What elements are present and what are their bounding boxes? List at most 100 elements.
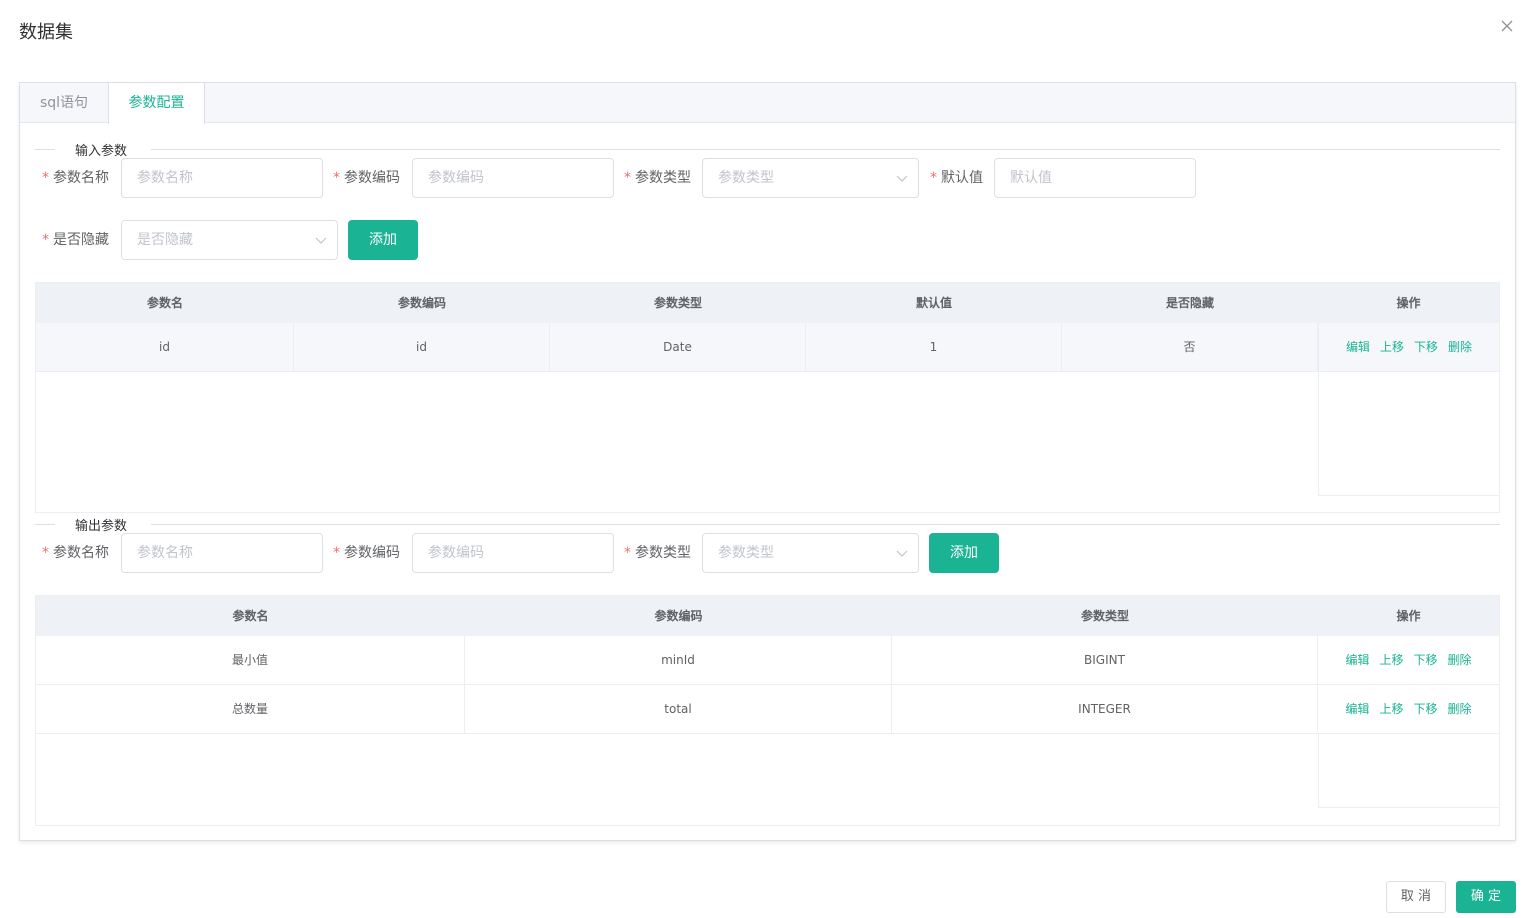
input-type-label: * 参数类型 — [624, 158, 691, 198]
cell-name: id — [36, 323, 294, 371]
output-type-placeholder: 参数类型 — [718, 545, 774, 561]
th-code: 参数编码 — [397, 296, 446, 310]
legend-line-left — [35, 524, 55, 525]
close-icon[interactable] — [1499, 18, 1515, 34]
input-code-label-text: 参数编码 — [344, 170, 400, 186]
table-header: 参数名 参数编码 参数类型 默认值 是否隐藏 操作 — [36, 283, 1499, 323]
output-add-button[interactable]: 添加 — [929, 533, 999, 573]
output-name-label-text: 参数名称 — [53, 545, 109, 561]
cell-type: BIGINT — [892, 636, 1318, 684]
required-mark: * — [624, 170, 631, 186]
input-hidden-select[interactable]: 是否隐藏 — [121, 220, 338, 260]
legend-line-left — [35, 149, 55, 150]
cell-actions: 编辑 上移 下移 删除 — [1318, 636, 1499, 684]
move-up-link[interactable]: 上移 — [1379, 653, 1403, 667]
input-hidden-placeholder: 是否隐藏 — [137, 232, 193, 248]
tab-header: sql语句 参数配置 — [20, 83, 1515, 124]
cell-code: total — [465, 685, 892, 733]
th-type: 参数类型 — [1080, 609, 1129, 623]
cancel-button[interactable]: 取 消 — [1386, 881, 1446, 913]
move-up-link[interactable]: 上移 — [1379, 702, 1403, 716]
required-mark: * — [333, 545, 340, 561]
input-name-label-text: 参数名称 — [53, 170, 109, 186]
edit-link[interactable]: 编辑 — [1345, 702, 1369, 716]
fixed-column-border — [1318, 372, 1319, 496]
move-down-link[interactable]: 下移 — [1414, 702, 1438, 716]
input-params-legend: 输入参数 — [35, 139, 1500, 159]
table-row: 总数量 total INTEGER 编辑 上移 下移 删除 — [36, 685, 1499, 734]
cell-actions: 编辑 上移 下移 删除 — [1318, 323, 1499, 371]
cell-code: minId — [465, 636, 892, 684]
cell-hidden: 否 — [1062, 323, 1318, 371]
chevron-down-icon — [315, 237, 327, 244]
cell-name: 最小值 — [36, 636, 465, 684]
cell-name: 总数量 — [36, 685, 465, 733]
output-code-label-text: 参数编码 — [344, 545, 400, 561]
cell-code: id — [294, 323, 550, 371]
cell-type: INTEGER — [892, 685, 1318, 733]
input-default-label: * 默认值 — [930, 158, 983, 198]
input-params-table: 参数名 参数编码 参数类型 默认值 是否隐藏 操作 id id Date 1 否… — [35, 282, 1500, 513]
output-params-table: 参数名 参数编码 参数类型 操作 最小值 minId BIGINT 编辑 上移 下移… — [35, 595, 1500, 826]
output-name-label: * 参数名称 — [42, 533, 109, 573]
delete-link[interactable]: 删除 — [1448, 653, 1472, 667]
move-down-link[interactable]: 下移 — [1414, 653, 1438, 667]
required-mark: * — [42, 170, 49, 186]
fixed-column-bottom — [1318, 807, 1499, 808]
th-code: 参数编码 — [654, 609, 703, 623]
th-actions: 操作 — [1396, 609, 1421, 623]
input-type-select[interactable]: 参数类型 — [702, 158, 919, 198]
legend-line-right — [151, 149, 1500, 150]
output-name-field[interactable]: 参数名称 — [121, 533, 323, 573]
output-params-legend-text: 输出参数 — [75, 519, 128, 534]
fixed-column-bottom — [1318, 495, 1499, 496]
move-down-link[interactable]: 下移 — [1414, 340, 1438, 354]
required-mark: * — [624, 545, 631, 561]
edit-link[interactable]: 编辑 — [1345, 653, 1369, 667]
edit-link[interactable]: 编辑 — [1346, 340, 1370, 354]
tab-sql[interactable]: sql语句 — [20, 83, 108, 123]
input-add-button[interactable]: 添加 — [348, 220, 418, 260]
th-hidden: 是否隐藏 — [1165, 296, 1214, 310]
output-params-legend: 输出参数 — [35, 514, 1500, 534]
cell-type: Date — [550, 323, 806, 371]
input-name-label: * 参数名称 — [42, 158, 109, 198]
th-type: 参数类型 — [653, 296, 702, 310]
tab-param-config[interactable]: 参数配置 — [108, 83, 205, 124]
input-default-label-text: 默认值 — [941, 170, 983, 186]
th-default: 默认值 — [915, 296, 952, 310]
confirm-button[interactable]: 确 定 — [1456, 881, 1516, 913]
input-hidden-label-text: 是否隐藏 — [53, 232, 109, 248]
output-type-label-text: 参数类型 — [635, 545, 691, 561]
output-type-label: * 参数类型 — [624, 533, 691, 573]
fixed-column-border — [1318, 734, 1319, 808]
move-up-link[interactable]: 上移 — [1380, 340, 1404, 354]
input-type-label-text: 参数类型 — [635, 170, 691, 186]
th-actions: 操作 — [1396, 296, 1421, 310]
chevron-down-icon — [896, 175, 908, 182]
input-default-field[interactable]: 默认值 — [994, 158, 1196, 198]
required-mark: * — [42, 545, 49, 561]
table-header: 参数名 参数编码 参数类型 操作 — [36, 596, 1499, 636]
tab-card: sql语句 参数配置 输入参数 * 参数名称 参数名称 * 参数编码 参数编码 * 参… — [19, 82, 1516, 841]
input-name-field[interactable]: 参数名称 — [121, 158, 323, 198]
required-mark: * — [42, 232, 49, 248]
delete-link[interactable]: 删除 — [1448, 702, 1472, 716]
output-type-select[interactable]: 参数类型 — [702, 533, 919, 573]
th-name: 参数名 — [146, 296, 183, 310]
input-code-field[interactable]: 参数编码 — [412, 158, 614, 198]
input-params-legend-text: 输入参数 — [75, 144, 128, 159]
required-mark: * — [333, 170, 340, 186]
input-code-label: * 参数编码 — [333, 158, 400, 198]
table-row: 最小值 minId BIGINT 编辑 上移 下移 删除 — [36, 636, 1499, 685]
output-code-field[interactable]: 参数编码 — [412, 533, 614, 573]
required-mark: * — [930, 170, 937, 186]
input-type-placeholder: 参数类型 — [718, 170, 774, 186]
delete-link[interactable]: 删除 — [1448, 340, 1472, 354]
dialog-title: 数据集 — [19, 22, 73, 43]
chevron-down-icon — [896, 550, 908, 557]
input-hidden-label: * 是否隐藏 — [42, 220, 109, 260]
output-code-label: * 参数编码 — [333, 533, 400, 573]
table-row: id id Date 1 否 编辑 上移 下移 删除 — [36, 323, 1499, 372]
legend-line-right — [151, 524, 1500, 525]
